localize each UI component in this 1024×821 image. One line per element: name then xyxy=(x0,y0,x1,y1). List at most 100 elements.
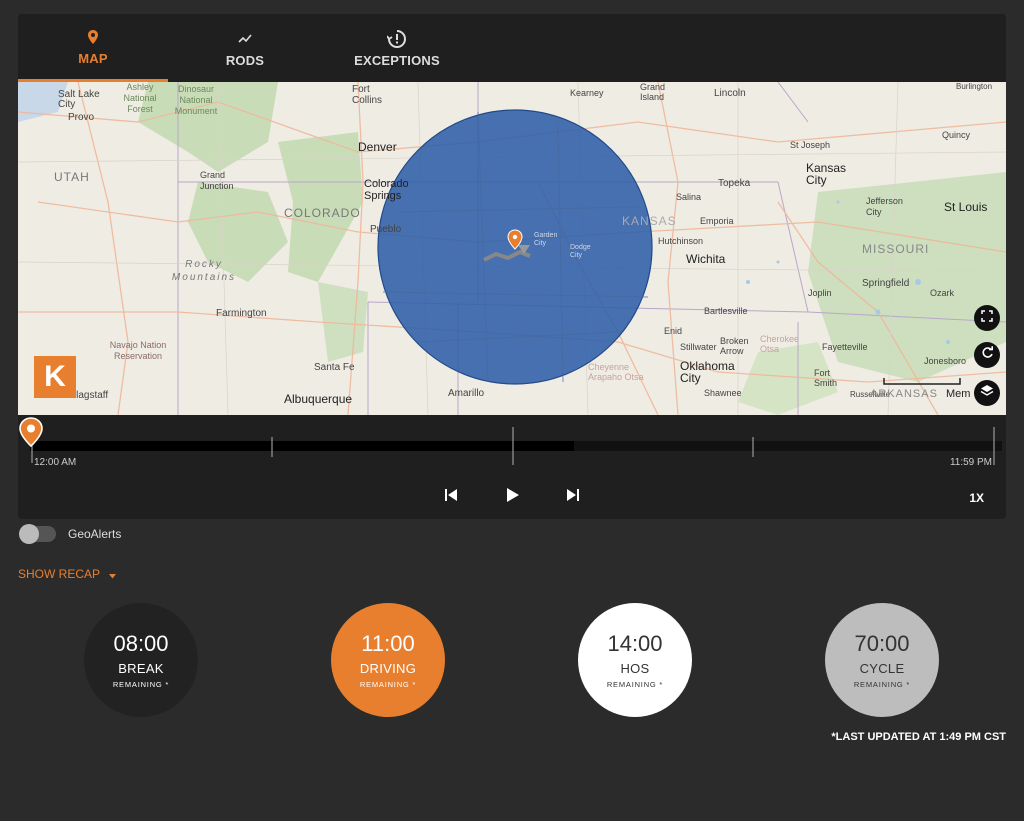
map-label: Amarillo xyxy=(448,388,485,399)
driving-dial: 11:00 DRIVING REMAINING * xyxy=(331,603,445,717)
refresh-icon xyxy=(981,346,994,364)
map-label: Enid xyxy=(664,326,683,336)
map-label: Cherokee Otsa xyxy=(760,334,800,354)
map-label: Garden City xyxy=(534,232,558,247)
show-recap-button[interactable]: SHOW RECAP xyxy=(18,567,117,582)
tab-rods[interactable]: RODS xyxy=(170,14,320,82)
map-label: Salt Lake City xyxy=(58,89,100,110)
map-label: Quincy xyxy=(942,130,971,140)
map-label: MISSOURI xyxy=(862,242,930,256)
map-pin-icon xyxy=(88,27,98,47)
map-label: Farmington xyxy=(216,308,267,319)
hos-dial: 14:00 HOS REMAINING * xyxy=(578,603,692,717)
map-label: Topeka xyxy=(718,178,751,189)
skip-forward-icon xyxy=(566,488,580,507)
geoalerts-row: GeoAlerts xyxy=(19,524,122,544)
map-label: Denver xyxy=(358,140,397,154)
map-view[interactable]: Salt Lake City Provo Ashley National For… xyxy=(18,82,1006,415)
map-label: Joplin xyxy=(808,288,832,298)
map-label: Dodge City xyxy=(570,244,591,259)
last-updated-text: *LAST UPDATED AT 1:49 PM CST xyxy=(831,731,1006,743)
map-label: Cheyenne Arapaho Otsa xyxy=(588,362,644,382)
map-label: KANSAS xyxy=(622,214,677,228)
caret-down-icon xyxy=(109,568,117,582)
map-label: Dinosaur National Monument xyxy=(174,84,218,116)
alert-clock-icon xyxy=(387,29,407,49)
playback-controls: 1X xyxy=(18,478,1006,518)
cycle-dial: 70:00 CYCLE REMAINING * xyxy=(825,603,939,717)
map-label: Jefferson City xyxy=(866,196,903,217)
map-label: Navajo Nation Reservation xyxy=(109,340,167,361)
layers-icon xyxy=(980,384,994,402)
map-label: Grand Junction xyxy=(200,170,234,191)
timeline-handle[interactable] xyxy=(18,416,44,453)
map-label: Fayetteville xyxy=(822,342,868,352)
tab-map[interactable]: MAP xyxy=(18,14,168,82)
timeline[interactable]: 12:00 AM 11:59 PM xyxy=(18,415,1006,485)
map-label: Oklahoma City xyxy=(680,359,735,385)
map-label: Fort Smith xyxy=(814,368,838,388)
map-label: Jonesboro xyxy=(924,356,967,366)
map-label: Emporia xyxy=(700,216,734,226)
map-label: Rocky Mountains xyxy=(171,259,237,283)
map-label: Mem xyxy=(946,388,971,400)
timeline-end-time: 11:59 PM xyxy=(949,457,992,468)
map-label: Provo xyxy=(68,112,95,123)
hos-label: HOS xyxy=(620,660,650,676)
hos-time: 14:00 xyxy=(607,630,663,656)
geoalerts-label: GeoAlerts xyxy=(68,527,122,541)
map-label: Pueblo xyxy=(370,224,402,235)
brand-logo: K xyxy=(34,356,76,398)
map-label: Fort Collins xyxy=(352,84,383,106)
geoalerts-toggle[interactable] xyxy=(19,524,56,544)
map-label: Lincoln xyxy=(714,88,746,99)
timeline-track xyxy=(30,427,1002,465)
map-label: Wichita xyxy=(686,252,726,266)
main-card: MAP RODS EXCEPTIONS Salt Lake City Provo… xyxy=(18,14,1006,519)
map-label: COLORADO xyxy=(284,206,361,220)
fullscreen-icon xyxy=(981,309,993,327)
break-dial: 08:00 BREAK REMAINING * xyxy=(84,603,198,717)
skip-back-button[interactable] xyxy=(438,484,464,510)
map-label: Kansas City xyxy=(806,161,847,187)
refresh-button[interactable] xyxy=(974,342,1000,368)
map-label: Albuquerque xyxy=(284,392,353,406)
driving-time: 11:00 xyxy=(361,630,415,656)
map-label: Colorado Springs xyxy=(364,178,409,202)
playback-speed[interactable]: 1X xyxy=(969,491,984,505)
tab-exceptions-label: EXCEPTIONS xyxy=(354,52,440,68)
cycle-time: 70:00 xyxy=(854,630,910,656)
map-label: ARKANSAS xyxy=(870,388,938,400)
map-label: Ashley National Forest xyxy=(123,82,157,114)
timeline-start-time: 12:00 AM xyxy=(34,457,77,468)
break-time: 08:00 xyxy=(113,630,169,656)
play-button[interactable] xyxy=(500,484,526,510)
map-label: Santa Fe xyxy=(314,362,355,373)
map-label: Burlington xyxy=(956,82,993,91)
map-label: Ozark xyxy=(930,288,955,298)
fullscreen-button[interactable] xyxy=(974,305,1000,331)
layers-button[interactable] xyxy=(974,380,1000,406)
map-label: St Louis xyxy=(944,200,988,214)
break-label: BREAK xyxy=(118,660,164,676)
tab-rods-label: RODS xyxy=(225,52,265,68)
break-remaining: REMAINING * xyxy=(112,679,170,689)
trend-line-icon xyxy=(238,29,252,49)
driving-label: DRIVING xyxy=(359,660,417,676)
skip-back-icon xyxy=(444,488,458,507)
driving-remaining: REMAINING * xyxy=(359,679,417,689)
map-label: Stillwater xyxy=(680,342,717,352)
map-label: Hutchinson xyxy=(658,236,704,246)
hos-remaining: REMAINING * xyxy=(606,679,664,689)
map-label: Bartlesville xyxy=(704,306,748,316)
play-icon xyxy=(506,487,520,508)
skip-forward-button[interactable] xyxy=(560,484,586,510)
cycle-label: CYCLE xyxy=(859,660,905,676)
tab-exceptions[interactable]: EXCEPTIONS xyxy=(322,14,472,82)
cycle-remaining: REMAINING * xyxy=(853,679,911,689)
tab-bar: MAP RODS EXCEPTIONS xyxy=(18,14,1006,82)
map-pin-icon xyxy=(18,417,44,452)
show-recap-label: SHOW RECAP xyxy=(18,567,100,581)
map-label: St Joseph xyxy=(790,140,831,150)
map-label: Broken Arrow xyxy=(720,336,749,356)
